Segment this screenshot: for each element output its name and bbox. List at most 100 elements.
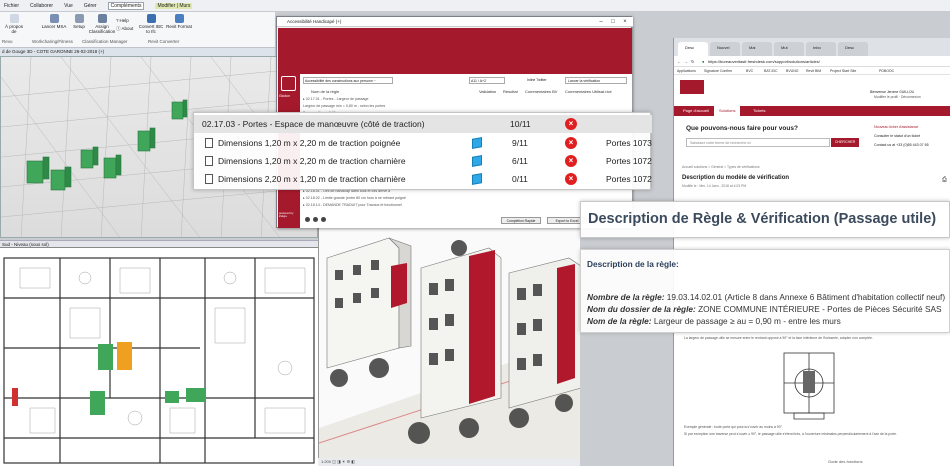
info-small-icon: ⓘ	[116, 26, 121, 31]
table-row[interactable]: Dimensions 1,20 m x 2,20 m de traction c…	[194, 152, 652, 170]
col-comments-user: Commentaires Utilisat.rice	[565, 89, 612, 94]
assign-classification-button[interactable]: Assign Classification	[89, 14, 115, 34]
launch-msa-button[interactable]: Lancer MSA	[40, 14, 68, 29]
rule-row[interactable]: ▸ 02.18.14 - DEMANDE TRADUIT pour Travau…	[303, 202, 402, 209]
group-label-revit-converter: Revit Converter	[148, 39, 180, 44]
table-header-row[interactable]: 02.17.03 - Portes - Espace de manœuvre (…	[194, 115, 652, 133]
refresh-icon[interactable]	[321, 217, 326, 222]
nav-tickets[interactable]: Tickets	[748, 106, 771, 116]
fail-icon: ×	[565, 118, 577, 130]
browser-tab[interactable]: Desc	[838, 42, 868, 56]
search-input[interactable]: Saisissez votre terme de recherche ici	[686, 138, 830, 147]
bookmark-item[interactable]: Applications	[677, 67, 696, 75]
browser-tab[interactable]: Inbo	[806, 42, 836, 56]
tab-vue[interactable]: Vue	[64, 3, 73, 9]
row-elements: Portes 1073	[606, 138, 652, 148]
bookmark-item[interactable]: BAT-IDC	[764, 67, 778, 75]
setup-button[interactable]: Setup	[72, 14, 86, 29]
address-bar[interactable]: ← → ↻ ● https://bureauveritasfr.freshdes…	[674, 56, 950, 67]
share-link[interactable]: Inline Twitter	[527, 78, 547, 82]
cube-icon[interactable]	[472, 173, 482, 185]
quick-complete-button[interactable]: Complétion Rapide	[501, 217, 541, 224]
table-row[interactable]: Dimensions 2,20 m x 1,20 m de traction c…	[194, 170, 652, 188]
rule-set-select[interactable]: Accessibilité des constructions aux pers…	[303, 77, 393, 84]
browser-tab[interactable]: Mai	[742, 42, 772, 56]
gear-icon	[74, 14, 84, 23]
bookmark-item[interactable]: Revit BIM	[806, 67, 821, 75]
run-check-button[interactable]: Lancer la vérification	[565, 77, 627, 84]
building-3d-view[interactable]	[318, 228, 580, 466]
search-button[interactable]: CHERCHER	[831, 138, 859, 147]
forward-icon[interactable]: →	[684, 56, 688, 67]
back-icon[interactable]: ←	[677, 56, 681, 67]
page-footer: Gode des fonctions	[828, 459, 863, 464]
lock-icon: ●	[702, 59, 705, 64]
revit-format-button[interactable]: Revit Format	[166, 14, 192, 29]
tab-collaborer[interactable]: Collaborer	[30, 3, 53, 9]
welcome-text: Bienvenue Jerome GUILLOU	[870, 90, 915, 94]
bookmark-item[interactable]: Signature Confirm	[704, 67, 732, 75]
tab-complements[interactable]: Compléments	[107, 1, 145, 10]
cube-icon[interactable]	[472, 155, 482, 167]
about-small-button[interactable]: ⓘ About	[116, 26, 134, 31]
close-icon[interactable]: ×	[619, 17, 631, 27]
maximize-icon[interactable]: □	[607, 17, 619, 27]
menu-bar: Fichier Collaborer Vue Gérer Compléments…	[0, 0, 950, 12]
nav-home[interactable]: Page d'accueil	[678, 106, 714, 116]
tab-gerer[interactable]: Gérer	[84, 3, 97, 9]
cube-icon[interactable]	[472, 137, 482, 149]
filter-icon[interactable]	[313, 217, 318, 222]
nav-solutions[interactable]: Solutions	[714, 106, 741, 116]
bookmark-item[interactable]: BVC	[746, 67, 753, 75]
new-ticket-link[interactable]: Nouveau ticket d'assistance	[874, 125, 918, 129]
settings-icon[interactable]	[305, 217, 310, 222]
minimize-icon[interactable]: –	[595, 17, 607, 27]
profile-links[interactable]: Modifier le profil · Déconnexion	[874, 95, 921, 99]
info-icon	[9, 14, 19, 23]
fineprint-3: Si par exception une traverse peut s'ouv…	[684, 432, 897, 436]
view3d-title: d de Gouge 3D - COTE GARONNE 26-02-2018 …	[0, 48, 275, 56]
fail-icon: ×	[565, 155, 577, 167]
row-elements: Portes 1072	[606, 174, 652, 184]
group-label-workcharing: Workcharing/Fitness	[32, 39, 73, 44]
logo-label: Glodon	[279, 94, 290, 98]
door-highlight-green	[98, 344, 113, 370]
bureau-veritas-logo[interactable]	[680, 80, 704, 94]
col-validation: Validation	[479, 89, 497, 94]
browser-tab[interactable]: Desc	[678, 42, 708, 56]
help-button[interactable]: ? Help	[116, 18, 132, 23]
contact-link[interactable]: Contact us at +33 (0)55 443 07 65	[874, 143, 929, 147]
row-label: Dimensions 1,20 m x 2,20 m de traction c…	[218, 156, 406, 166]
building-render	[319, 228, 580, 466]
bookmark-item[interactable]: BVUNG	[786, 67, 798, 75]
rule-results-table: 02.17.03 - Portes - Espace de manœuvre (…	[193, 112, 652, 190]
rule-row[interactable]: Largeur de passage min = 0,80 m - selon …	[303, 103, 385, 110]
classification-icon	[97, 14, 107, 23]
convert-icon	[146, 14, 156, 23]
reload-icon[interactable]: ↻	[691, 56, 694, 67]
row-count: 0/11	[512, 174, 528, 184]
row-elements: Portes 1072	[606, 156, 652, 166]
ticket-status-link[interactable]: Consulter le statut d'un ticket	[874, 134, 920, 138]
row-count: 9/11	[512, 138, 528, 148]
level-select[interactable]: A11 / A+2	[469, 77, 505, 84]
bookmark-item[interactable]: Project Start Site	[830, 67, 856, 75]
tab-modifier-murs[interactable]: Modifier | Murs	[155, 2, 193, 9]
breadcrumb[interactable]: Accueil solutions > Général > Types de v…	[682, 165, 760, 169]
about-button[interactable]: À propos de	[2, 14, 26, 34]
rule-row[interactable]: ▸ 02.17.01 - Portes - Largeur de passage	[303, 96, 369, 103]
bookmarks-bar: Applications Signature Confirm BVC BAT-I…	[674, 67, 950, 75]
floor-plan-canvas[interactable]	[0, 247, 318, 466]
tab-fichier[interactable]: Fichier	[4, 3, 19, 9]
browser-tab[interactable]: Nouvel	[710, 42, 740, 56]
rule-row[interactable]: ▸ 02.18.02 - Limite grande (entre 80 cm …	[303, 195, 406, 202]
col-result: Résultat	[503, 89, 518, 94]
bookmark-item[interactable]: PDBOOC	[879, 67, 894, 75]
table-row[interactable]: Dimensions 1,20 m x 2,20 m de traction p…	[194, 134, 652, 152]
article-meta: Modifié le : Mer, 14 Janv., 2018 at 4:03…	[682, 184, 747, 188]
col-comments-bv: Commentaires BV	[525, 89, 558, 94]
convert-ibc-button[interactable]: Convert IBC to Ifc	[138, 14, 164, 34]
print-icon[interactable]: ⎙	[942, 177, 947, 184]
browser-tab[interactable]: Mut	[774, 42, 804, 56]
rule-description-title: Description de Règle & Vérification (Pas…	[588, 211, 937, 227]
